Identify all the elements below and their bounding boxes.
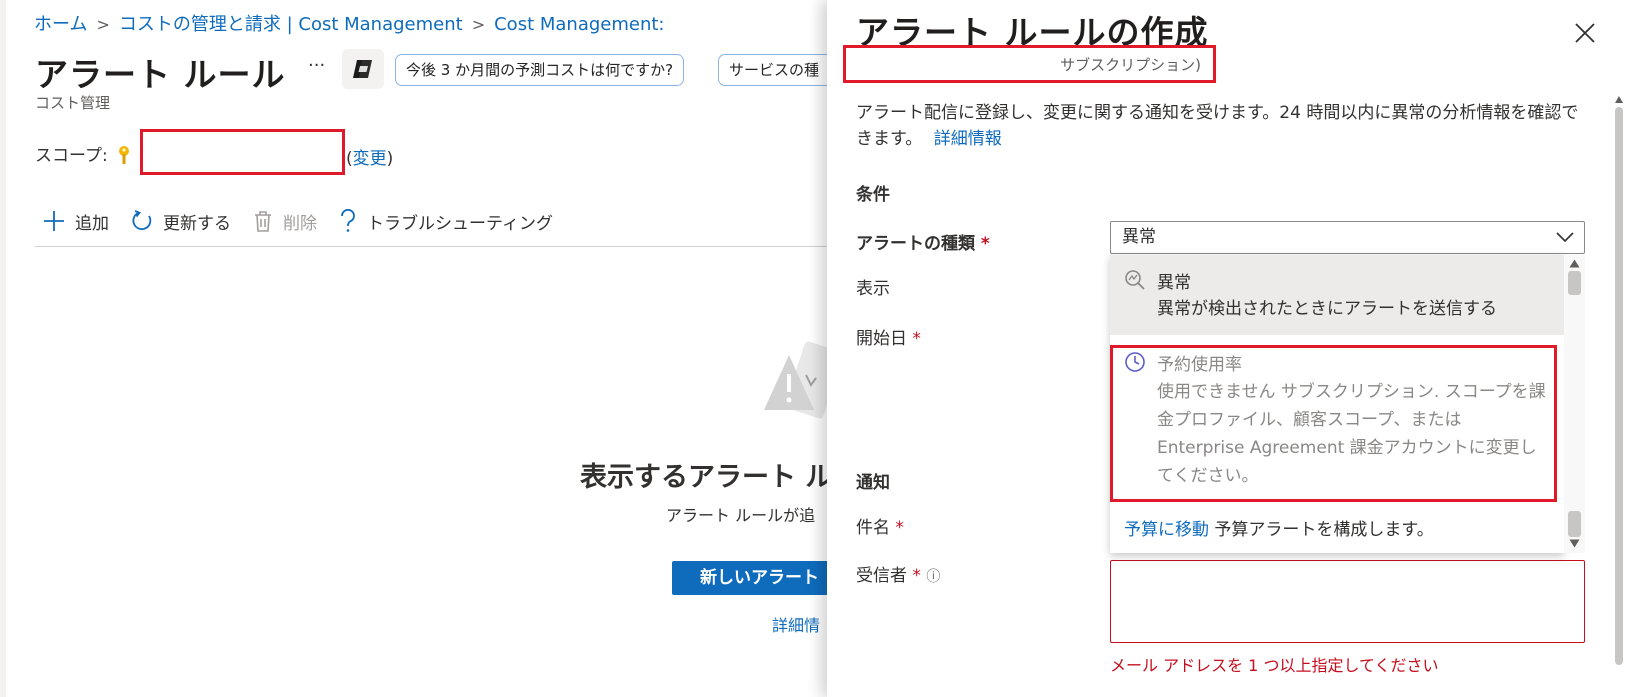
add-label: 追加 — [75, 213, 109, 234]
breadcrumb-cost-management-billing[interactable]: コストの管理と請求 | Cost Management — [119, 14, 463, 35]
learn-more-link[interactable]: 詳細情報 — [934, 129, 1002, 149]
copilot-prompt-chip[interactable]: サービスの種 — [718, 54, 830, 86]
refresh-icon — [132, 210, 152, 230]
alert-type-label: アラートの種類 * — [856, 229, 990, 254]
page-subtitle: コスト管理 — [35, 94, 111, 112]
start-date-label-text: 開始日 — [856, 329, 907, 349]
recipient-label: 受信者 * ⓘ — [856, 561, 940, 586]
menu-scrollbar[interactable] — [1564, 255, 1585, 553]
chevron-right-icon: > — [471, 15, 486, 34]
menu-scroll-thumb[interactable] — [1568, 271, 1581, 295]
menu-option-anomaly[interactable]: 異常 異常が検出されたときにアラートを送信する — [1110, 255, 1564, 335]
budget-hint: 予算に移動 予算アラートを構成します。 — [1124, 515, 1434, 540]
troubleshoot-label: トラブルシューティング — [367, 213, 553, 234]
go-to-budget-link[interactable]: 予算に移動 — [1124, 520, 1209, 540]
chevron-down-icon — [1556, 232, 1574, 243]
empty-state-description: アラート ルールが追 — [666, 506, 816, 525]
menu-option-description: 異常が検出されたときにアラートを送信する — [1157, 299, 1497, 319]
plus-icon — [44, 211, 64, 231]
scope-label: スコープ: — [35, 146, 108, 166]
more-icon[interactable]: ··· — [308, 55, 325, 76]
panel-scrollbar[interactable] — [1613, 95, 1625, 697]
alert-rules-page: ホーム > コストの管理と請求 | Cost Management > Cost Man… — [0, 0, 830, 697]
empty-alert-illustration — [764, 341, 830, 419]
scope-value-redacted — [140, 129, 345, 175]
divider — [35, 246, 830, 247]
scope-row: スコープ: — [35, 141, 131, 166]
display-label: 表示 — [856, 279, 890, 299]
recipient-input[interactable] — [1110, 560, 1585, 643]
refresh-label: 更新する — [163, 213, 231, 234]
chevron-right-icon: > — [96, 15, 110, 34]
required-asterisk: * — [895, 518, 904, 538]
subject-label-text: 件名 — [856, 518, 890, 538]
key-icon — [119, 146, 130, 164]
reservation-option-highlight — [1110, 345, 1557, 502]
conditions-heading: 条件 — [856, 185, 890, 205]
anomaly-search-icon — [1125, 270, 1145, 290]
empty-state-more-info-link[interactable]: 詳細情 — [772, 612, 820, 636]
close-icon[interactable] — [1572, 20, 1598, 46]
info-icon[interactable]: ⓘ — [926, 569, 940, 585]
alert-type-dropdown[interactable]: 異常 — [1110, 221, 1585, 254]
required-asterisk: * — [912, 566, 921, 586]
recipient-error-message: メール アドレスを 1 つ以上指定してください — [1110, 656, 1439, 675]
panel-subtitle-highlight: サブスクリプション) — [843, 45, 1216, 83]
breadcrumb-cost-management[interactable]: Cost Management: — [494, 14, 664, 35]
menu-option-title: 異常 — [1157, 273, 1191, 293]
menu-scroll-thumb-lower — [1568, 511, 1581, 537]
breadcrumb: ホーム > コストの管理と請求 | Cost Management > Cost Man… — [34, 10, 665, 36]
empty-state-title: 表示するアラート ル — [580, 462, 830, 493]
page-title: アラート ルール — [35, 55, 286, 94]
copilot-icon — [353, 60, 372, 78]
budget-hint-text: 予算アラートを構成します。 — [1214, 520, 1434, 540]
delete-label: 削除 — [283, 213, 317, 234]
notification-heading: 通知 — [856, 473, 890, 493]
subject-label: 件名 * — [856, 513, 904, 538]
scroll-up-icon[interactable] — [1569, 259, 1580, 268]
copilot-button[interactable] — [342, 49, 384, 89]
recipient-label-text: 受信者 — [856, 566, 907, 586]
question-icon — [341, 209, 355, 232]
alert-type-label-text: アラートの種類 — [856, 234, 975, 254]
add-button[interactable]: 追加 — [43, 209, 109, 234]
trash-icon — [255, 211, 271, 232]
delete-button[interactable]: 削除 — [253, 209, 317, 234]
change-scope-link[interactable]: 変更 — [353, 149, 387, 169]
panel-description: アラート配信に登録し、変更に関する通知を受けます。24 時間以内に異常の分析情報… — [856, 100, 1591, 152]
required-asterisk: * — [980, 234, 990, 254]
new-alert-rule-button[interactable]: 新しいアラート — [672, 561, 830, 595]
troubleshoot-button[interactable]: トラブルシューティング — [339, 209, 553, 234]
panel-subtitle: サブスクリプション) — [1060, 56, 1201, 74]
refresh-button[interactable]: 更新する — [131, 209, 231, 234]
alert-type-value: 異常 — [1122, 227, 1156, 247]
create-alert-rule-panel: アラート ルールの作成 サブスクリプション) アラート配信に登録し、変更に関する… — [827, 0, 1627, 697]
breadcrumb-home[interactable]: ホーム — [34, 14, 87, 35]
copilot-prompt-chip[interactable]: 今後 3 か月間の予測コストは何ですか? — [395, 54, 685, 86]
scope-change: (変更) — [346, 149, 394, 169]
required-asterisk: * — [912, 329, 921, 349]
command-bar: 追加 更新する 削除 トラブルシューティング — [43, 205, 575, 237]
nav-edge — [0, 0, 6, 697]
start-date-label: 開始日 * — [856, 324, 921, 349]
scroll-down-icon[interactable] — [1569, 539, 1580, 548]
